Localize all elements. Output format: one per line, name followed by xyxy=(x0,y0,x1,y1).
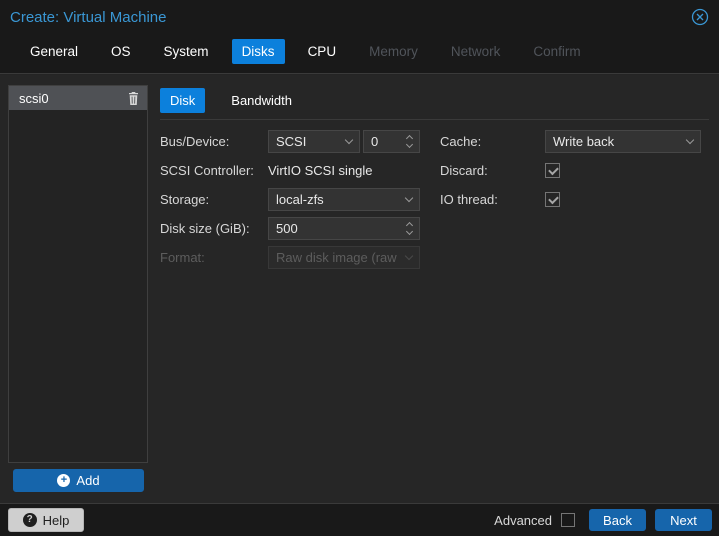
disks-panel: scsi0 + Add Disk Bandwidth Bus/Device: S… xyxy=(0,75,719,503)
io-thread-row: IO thread: xyxy=(440,188,706,211)
dialog-title: Create: Virtual Machine xyxy=(10,9,167,26)
disk-inner-tabstrip: Disk Bandwidth xyxy=(160,88,302,113)
device-number-spinner[interactable]: 0 xyxy=(363,130,420,153)
spinner-arrows-icon[interactable] xyxy=(405,221,414,236)
disk-list: scsi0 xyxy=(8,85,148,463)
chevron-down-icon xyxy=(344,135,354,145)
storage-value: local-zfs xyxy=(276,192,324,207)
cache-select[interactable]: Write back xyxy=(545,130,701,153)
disk-item-label: scsi0 xyxy=(19,90,49,106)
storage-select[interactable]: local-zfs xyxy=(268,188,420,211)
disk-list-item-scsi0[interactable]: scsi0 xyxy=(9,86,147,110)
disk-size-label: Disk size (GiB): xyxy=(160,221,250,236)
help-button-label: Help xyxy=(42,512,70,528)
scsi-controller-label: SCSI Controller: xyxy=(160,163,254,178)
dialog-header: Create: Virtual Machine General OS Syste… xyxy=(0,0,719,74)
tab-general[interactable]: General xyxy=(20,39,88,64)
tab-network: Network xyxy=(450,44,501,59)
disk-size-row: Disk size (GiB): 500 xyxy=(160,217,420,240)
next-button[interactable]: Next xyxy=(655,509,712,531)
format-label: Format: xyxy=(160,250,205,265)
chevron-down-icon xyxy=(685,135,695,145)
discard-row: Discard: xyxy=(440,159,706,182)
divider xyxy=(160,119,709,120)
io-thread-checkbox[interactable] xyxy=(545,192,560,207)
plus-circle-icon: + xyxy=(57,474,71,487)
chevron-down-icon xyxy=(404,193,414,203)
format-value: Raw disk image (raw xyxy=(276,250,397,265)
tab-confirm: Confirm xyxy=(533,44,581,59)
discard-label: Discard: xyxy=(440,163,488,178)
discard-checkbox[interactable] xyxy=(545,163,560,178)
storage-label: Storage: xyxy=(160,192,210,207)
tab-bandwidth[interactable]: Bandwidth xyxy=(221,88,302,113)
form-left-column: Bus/Device: SCSI 0 SCSI Controller: Virt… xyxy=(160,130,420,275)
tab-memory: Memory xyxy=(369,44,418,59)
tab-cpu[interactable]: CPU xyxy=(298,39,347,64)
trash-icon[interactable] xyxy=(128,91,139,105)
tab-os[interactable]: OS xyxy=(101,39,141,64)
io-thread-label: IO thread: xyxy=(440,192,498,207)
bus-value: SCSI xyxy=(276,134,307,149)
storage-row: Storage: local-zfs xyxy=(160,188,420,211)
disk-size-value: 500 xyxy=(276,221,298,236)
tab-disks[interactable]: Disks xyxy=(231,39,285,64)
footer-actions: Advanced Back Next xyxy=(494,509,712,531)
back-button[interactable]: Back xyxy=(589,509,646,531)
tab-system[interactable]: System xyxy=(154,39,219,64)
format-select-disabled: Raw disk image (raw xyxy=(268,246,420,269)
bus-device-label: Bus/Device: xyxy=(160,134,230,149)
close-button[interactable] xyxy=(690,7,710,27)
create-vm-dialog: Create: Virtual Machine General OS Syste… xyxy=(0,0,719,536)
advanced-label: Advanced xyxy=(494,512,552,528)
bus-device-row: Bus/Device: SCSI 0 xyxy=(160,130,420,153)
help-button[interactable]: ? Help xyxy=(8,508,84,532)
cache-row: Cache: Write back xyxy=(440,130,706,153)
dialog-footer: ? Help Advanced Back Next xyxy=(0,503,719,536)
disk-size-spinner[interactable]: 500 xyxy=(268,217,420,240)
question-circle-icon: ? xyxy=(22,513,37,527)
cache-value: Write back xyxy=(553,134,615,149)
bus-select[interactable]: SCSI xyxy=(268,130,360,153)
format-row: Format: Raw disk image (raw xyxy=(160,246,420,269)
wizard-tabstrip: General OS System Disks CPU Memory Netwo… xyxy=(20,39,591,64)
form-right-column: Cache: Write back Discard: IO thread: xyxy=(440,130,706,217)
spinner-arrows-icon[interactable] xyxy=(405,134,414,149)
scsi-controller-value: VirtIO SCSI single xyxy=(268,163,373,178)
scsi-controller-row: SCSI Controller: VirtIO SCSI single xyxy=(160,159,420,182)
chevron-down-icon xyxy=(404,251,414,261)
close-icon xyxy=(691,8,709,26)
device-number-value: 0 xyxy=(371,134,379,149)
add-button-label: Add xyxy=(76,473,100,488)
add-disk-button[interactable]: + Add xyxy=(13,469,144,492)
advanced-checkbox[interactable] xyxy=(561,513,575,527)
tab-disk[interactable]: Disk xyxy=(160,88,206,113)
cache-label: Cache: xyxy=(440,134,482,149)
